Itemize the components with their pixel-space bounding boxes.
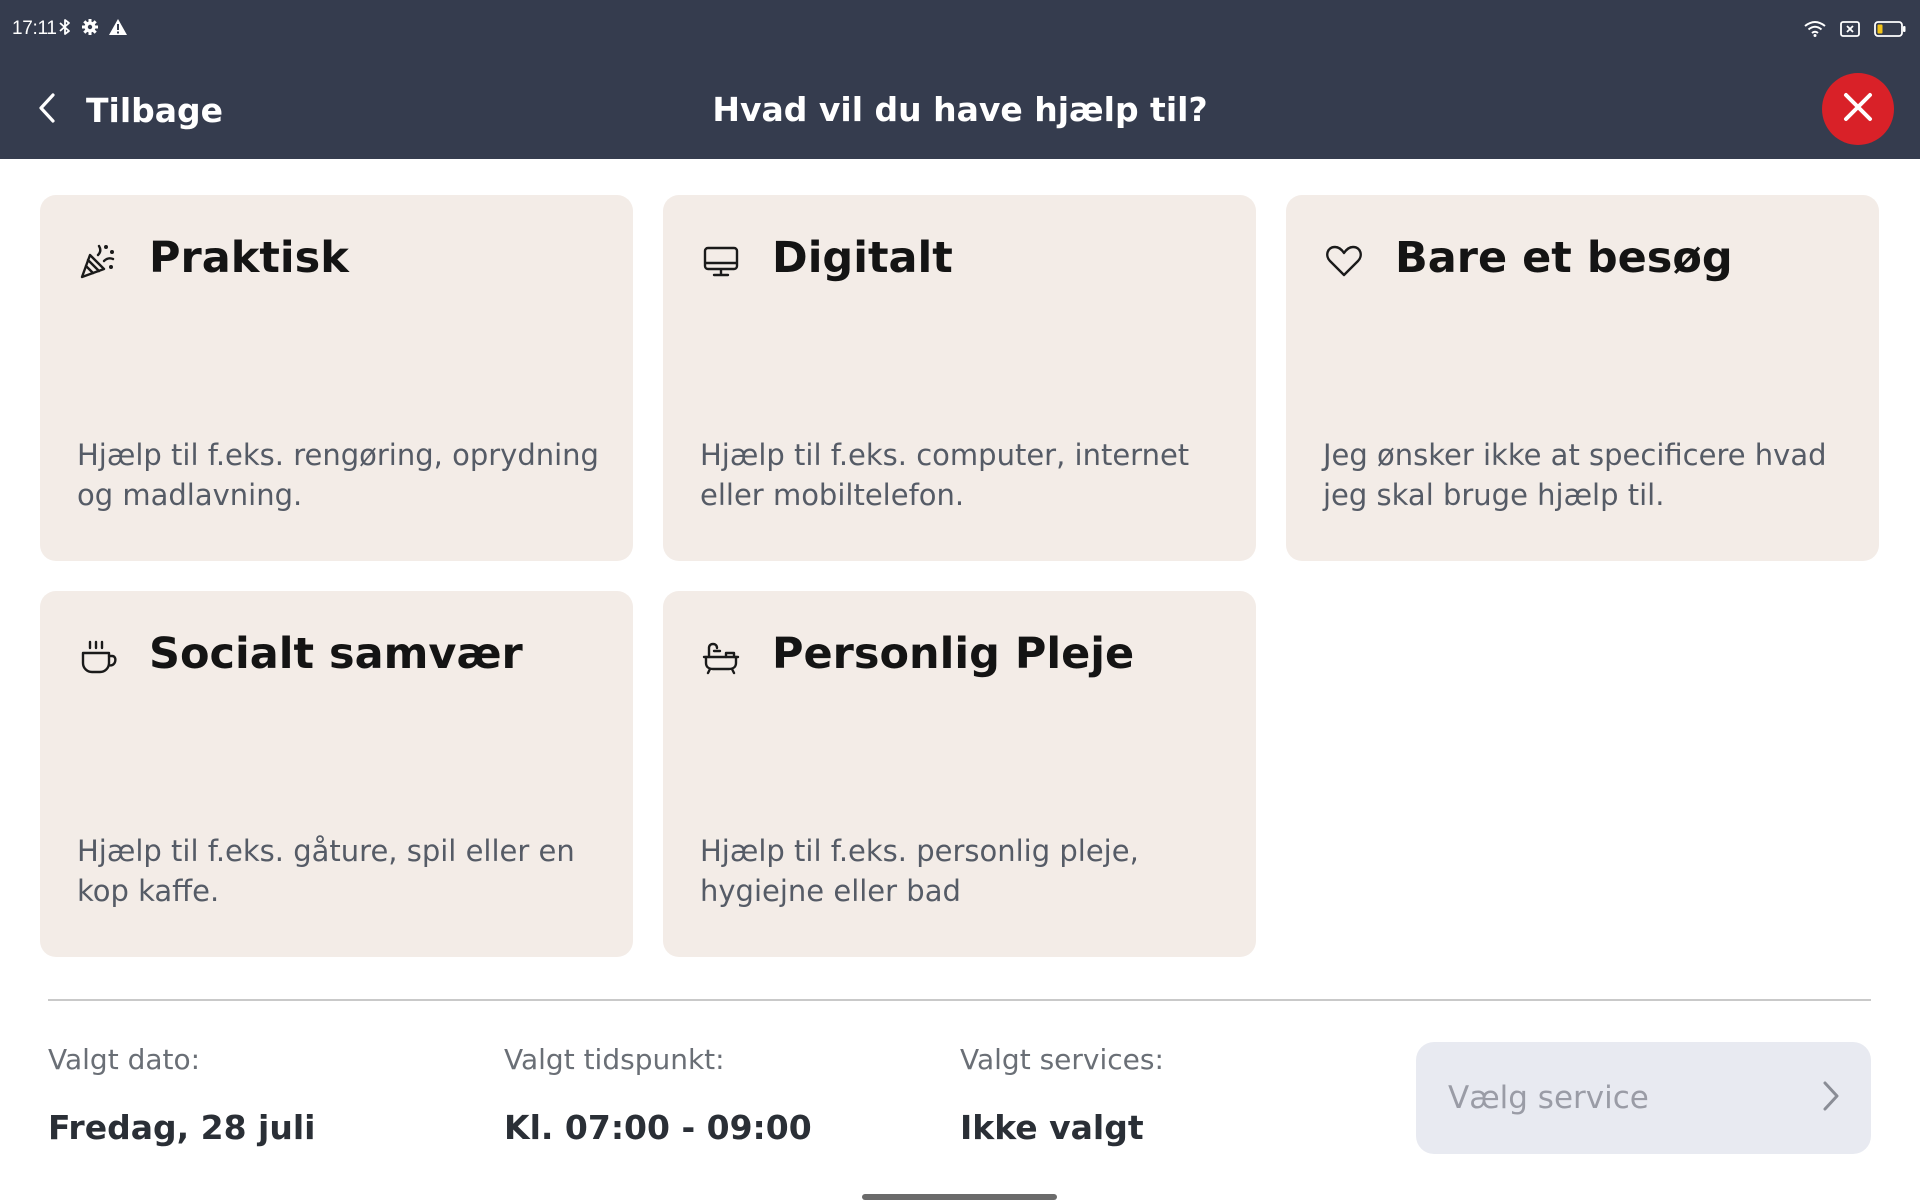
- card-title: Socialt samvær: [149, 629, 523, 679]
- card-title: Digitalt: [772, 233, 953, 283]
- warning-icon: [108, 18, 128, 36]
- coffee-cup-icon: [76, 635, 120, 679]
- bluetooth-icon: [58, 18, 72, 36]
- card-description: Hjælp til f.eks. gåture, spil eller en k…: [77, 834, 575, 908]
- close-button[interactable]: [1822, 73, 1894, 145]
- service-card-bare-et-besog[interactable]: Bare et besøg Jeg ønsker ikke at specifi…: [1286, 195, 1879, 561]
- choose-service-button[interactable]: Vælg service: [1416, 1042, 1871, 1154]
- choose-service-label: Vælg service: [1448, 1080, 1649, 1116]
- bathtub-icon: [699, 635, 743, 679]
- chevron-right-icon: [1821, 1079, 1841, 1117]
- chevron-left-icon: [36, 91, 58, 129]
- status-left-icons: [58, 18, 128, 36]
- card-description: Hjælp til f.eks. personlig pleje, hygiej…: [700, 834, 1139, 908]
- card-title: Personlig Pleje: [772, 629, 1135, 679]
- service-card-digitalt[interactable]: Digitalt Hjælp til f.eks. computer, inte…: [663, 195, 1256, 561]
- card-description: Hjælp til f.eks. computer, internet elle…: [700, 438, 1190, 512]
- selected-services-value: Ikke valgt: [960, 1108, 1144, 1147]
- status-right-icons: [1804, 20, 1906, 37]
- status-bar: 17:11: [0, 0, 1920, 60]
- heart-icon: [1322, 239, 1366, 283]
- app-header: 17:11 Tilbage Hvad vil du have hjælp til…: [0, 0, 1920, 159]
- wifi-icon: [1804, 20, 1826, 37]
- home-indicator: [862, 1194, 1057, 1200]
- selected-date-label: Valgt dato:: [48, 1043, 201, 1076]
- service-card-personlig-pleje[interactable]: Personlig Pleje Hjælp til f.eks. personl…: [663, 591, 1256, 957]
- close-icon: [1843, 92, 1873, 126]
- service-card-socialt-samvaer[interactable]: Socialt samvær Hjælp til f.eks. gåture, …: [40, 591, 633, 957]
- battery-icon: [1874, 20, 1906, 37]
- divider: [48, 999, 1871, 1001]
- status-time: 17:11: [12, 18, 57, 39]
- gear-icon: [81, 18, 99, 36]
- card-description: Jeg ønsker ikke at specificere hvad jeg …: [1323, 438, 1827, 512]
- selected-time-label: Valgt tidspunkt:: [504, 1043, 725, 1076]
- sim-icon: [1840, 20, 1860, 37]
- back-label: Tilbage: [86, 90, 224, 130]
- back-button[interactable]: Tilbage: [36, 86, 223, 134]
- card-title: Bare et besøg: [1395, 233, 1733, 283]
- service-card-praktisk[interactable]: Praktisk Hjælp til f.eks. rengøring, opr…: [40, 195, 633, 561]
- selected-services-label: Valgt services:: [960, 1043, 1164, 1076]
- selected-date-value: Fredag, 28 juli: [48, 1108, 316, 1147]
- card-title: Praktisk: [149, 233, 349, 283]
- monitor-icon: [699, 239, 743, 283]
- card-description: Hjælp til f.eks. rengøring, oprydning og…: [77, 438, 599, 512]
- confetti-icon: [76, 239, 120, 283]
- selected-time-value: Kl. 07:00 - 09:00: [504, 1108, 812, 1147]
- page-title: Hvad vil du have hjælp til?: [712, 90, 1208, 129]
